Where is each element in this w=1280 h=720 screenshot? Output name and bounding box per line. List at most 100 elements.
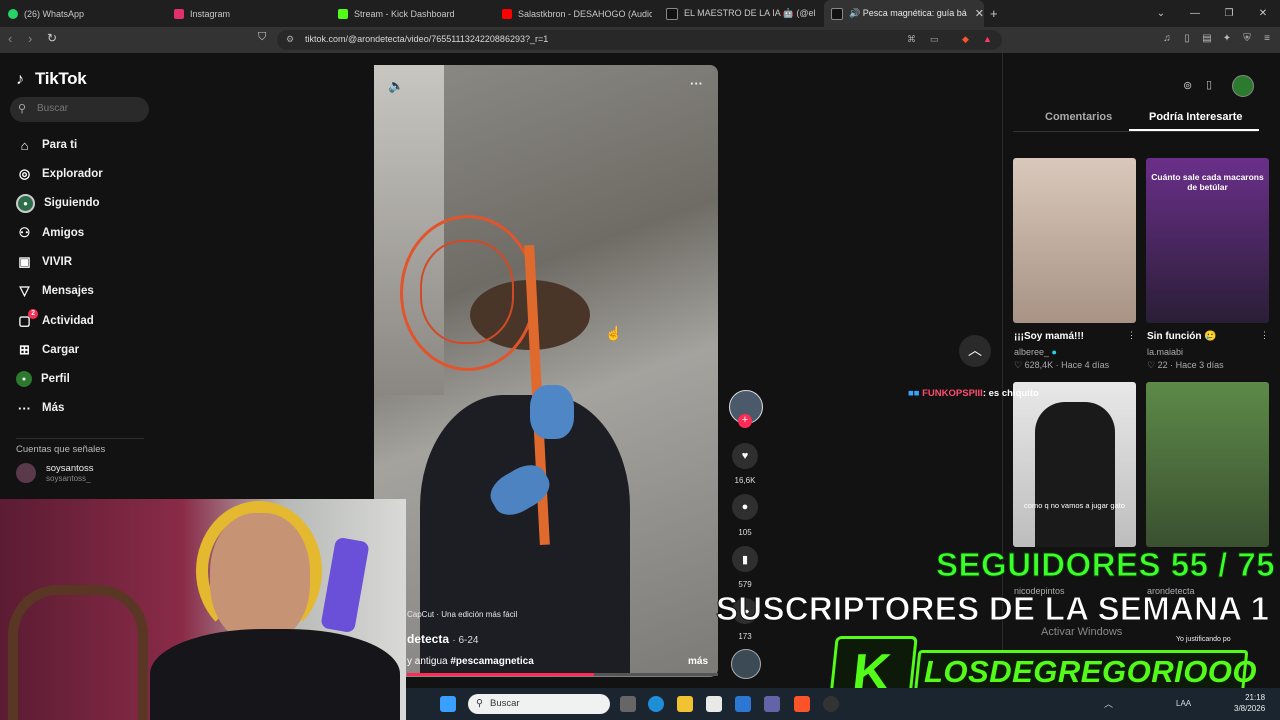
- tray-chevron-icon[interactable]: ︿: [1104, 697, 1113, 710]
- card-more-icon[interactable]: ⋮: [1127, 330, 1136, 341]
- video-author[interactable]: detecta: [407, 632, 449, 646]
- card-title[interactable]: Sin función 🥲: [1147, 331, 1217, 342]
- tab-youtube[interactable]: Salastkbron - DESAHOGO (Audio Ofi: [502, 0, 652, 27]
- chevron-up-icon[interactable]: ︿: [959, 335, 991, 367]
- search-input[interactable]: ⚲ Buscar: [10, 97, 149, 122]
- url-bar[interactable]: ⚙ tiktok.com/@arondetecta/video/76551113…: [277, 30, 1002, 50]
- brave-icon[interactable]: [794, 696, 810, 712]
- input-language[interactable]: LAA: [1176, 699, 1191, 708]
- subscribers-goal-overlay: SUSCRIPTORES DE LA SEMANA 1: [715, 590, 1270, 628]
- following-account[interactable]: soysantoss soysantoss_: [16, 463, 94, 483]
- volume-icon[interactable]: 🔈: [388, 78, 404, 94]
- nav-explorador[interactable]: ◎ Explorador: [16, 162, 103, 186]
- site-info-icon[interactable]: ⚙: [286, 34, 294, 45]
- phone-icon[interactable]: ▯: [1206, 78, 1212, 91]
- nav-para-ti[interactable]: ⌂ Para ti: [16, 133, 78, 157]
- nav-actividad[interactable]: ▢ 2 Actividad: [16, 308, 94, 333]
- bookmark-icon[interactable]: ⛉: [258, 31, 266, 44]
- video-progress-bar[interactable]: [407, 673, 718, 676]
- file-explorer-icon[interactable]: [677, 696, 693, 712]
- cast-icon[interactable]: ▭: [930, 34, 939, 45]
- brave-shield-icon[interactable]: ◆: [962, 34, 969, 45]
- restore-icon[interactable]: ❐: [1212, 8, 1246, 19]
- save-button[interactable]: ▮: [732, 546, 758, 572]
- hashtag-link[interactable]: #pescamagnetica: [450, 656, 533, 667]
- task-view-icon[interactable]: [620, 696, 636, 712]
- card-title[interactable]: ¡¡¡Soy mamá!!!: [1014, 331, 1084, 342]
- close-window-icon[interactable]: ✕: [1246, 8, 1280, 19]
- store-icon[interactable]: [706, 696, 722, 712]
- follow-plus-icon[interactable]: +: [738, 414, 752, 428]
- mail-icon[interactable]: [735, 696, 751, 712]
- user-avatar[interactable]: [1232, 75, 1254, 97]
- home-icon: ⌂: [20, 137, 29, 153]
- taskbar-search[interactable]: ⚲ Buscar: [468, 694, 610, 714]
- music-disc-icon[interactable]: [731, 649, 761, 679]
- media-icon[interactable]: ♫: [1161, 33, 1173, 45]
- extensions-icon[interactable]: ✦: [1221, 33, 1233, 45]
- vpn-icon[interactable]: ⛨: [1241, 33, 1253, 45]
- close-tab-icon[interactable]: ✕: [975, 7, 984, 20]
- nav-cargar[interactable]: ⊞ Cargar: [16, 338, 79, 362]
- new-tab-button[interactable]: +: [990, 0, 1004, 27]
- tab-whatsapp[interactable]: (26) WhatsApp: [8, 0, 168, 27]
- nav-mas[interactable]: ··· Más: [16, 396, 64, 420]
- tiktok-logo[interactable]: ♪ TikTok: [16, 69, 87, 89]
- tab-instagram[interactable]: Instagram: [174, 0, 334, 27]
- live-icon: ▣: [18, 254, 31, 269]
- rewards-icon[interactable]: ▲: [983, 34, 992, 44]
- nav-perfil[interactable]: ● Perfil: [16, 367, 70, 391]
- forward-icon[interactable]: ›: [28, 31, 32, 46]
- nav-mensajes[interactable]: ▽ Mensajes: [16, 279, 94, 303]
- nav-vivir[interactable]: ▣ VIVIR: [16, 250, 72, 274]
- followers-goal-overlay: SEGUIDORES 55 / 75: [935, 546, 1276, 584]
- video-author-line[interactable]: detecta · 6-24: [407, 632, 479, 646]
- tab-kick[interactable]: Stream - Kick Dashboard: [338, 0, 498, 27]
- tab-comentarios[interactable]: Comentarios: [1045, 111, 1112, 123]
- address-toolbar: ‹ › ↻ ⛉ ⚙ tiktok.com/@arondetecta/video/…: [0, 27, 1280, 53]
- teams-icon[interactable]: [764, 696, 780, 712]
- like-count: 16,6K: [734, 476, 756, 485]
- see-more-link[interactable]: más: [688, 656, 708, 667]
- windows-start-icon[interactable]: [440, 696, 456, 712]
- card-stats: ♡ 22 · Hace 3 días: [1147, 360, 1224, 370]
- tab-podria-interesarte[interactable]: Podría Interesarte: [1149, 111, 1243, 123]
- menu-icon[interactable]: ≡: [1261, 33, 1273, 45]
- tab-search-icon[interactable]: ⌄: [1144, 8, 1178, 19]
- tab-tiktok-maestro[interactable]: EL MAESTRO DE LA IA 🤖 (@elmaest: [666, 0, 816, 27]
- recommended-video-thumbnail[interactable]: [1013, 158, 1136, 323]
- search-icon: ⚲: [18, 103, 27, 115]
- back-icon[interactable]: ‹: [8, 31, 12, 46]
- recommended-video-thumbnail[interactable]: como q no vamos a jugar gato: [1013, 382, 1136, 547]
- reload-icon[interactable]: ↻: [47, 31, 57, 45]
- card-author[interactable]: alberee_: [1014, 347, 1049, 357]
- tiktok-sidebar: ♪ TikTok ⚲ Buscar ⌂ Para ti ◎ Explorador ● S…: [0, 53, 160, 503]
- activity-icon: ▢ 2: [16, 308, 38, 330]
- whatsapp-icon: [8, 8, 18, 19]
- video-more-icon[interactable]: ···: [690, 76, 703, 91]
- recommended-video-thumbnail[interactable]: [1146, 382, 1269, 547]
- video-date: · 6-24: [452, 635, 479, 646]
- comment-count: 105: [738, 528, 752, 537]
- like-button[interactable]: ♥: [732, 443, 758, 469]
- edge-icon[interactable]: [648, 696, 664, 712]
- app-icon[interactable]: [823, 696, 839, 712]
- card-author[interactable]: la.maiabi: [1147, 347, 1183, 357]
- recommended-video-thumbnail[interactable]: Cuánto sale cada macarons de betúlar: [1146, 158, 1269, 323]
- card-more-icon[interactable]: ⋮: [1260, 330, 1269, 341]
- sidebar-icon[interactable]: ▯: [1181, 33, 1193, 45]
- taskbar-clock[interactable]: 21:18 3/8/2026: [1234, 692, 1265, 714]
- nav-siguiendo[interactable]: ● Siguiendo: [16, 191, 100, 215]
- tab-label: 🔊 Pesca magnética: guía básica: [849, 8, 967, 18]
- windows-taskbar: ⚲ Buscar ︿ LAA 21:18 3/8/2026: [406, 688, 1280, 720]
- wallet-icon[interactable]: ▤: [1201, 33, 1213, 45]
- active-tab-indicator: [1129, 129, 1259, 131]
- card-author-line: alberee_ ●: [1014, 347, 1057, 357]
- tab-active-pesca[interactable]: 🔊 Pesca magnética: guía básica ✕: [824, 0, 984, 27]
- comment-button[interactable]: ●: [732, 494, 758, 520]
- minimize-icon[interactable]: —: [1178, 8, 1212, 19]
- nav-amigos[interactable]: ⚇ Amigos: [16, 221, 85, 245]
- chat-message: : es chiquito: [982, 388, 1039, 399]
- settings-icon[interactable]: ⊚: [1183, 79, 1192, 92]
- translate-icon[interactable]: ⌘: [907, 34, 916, 45]
